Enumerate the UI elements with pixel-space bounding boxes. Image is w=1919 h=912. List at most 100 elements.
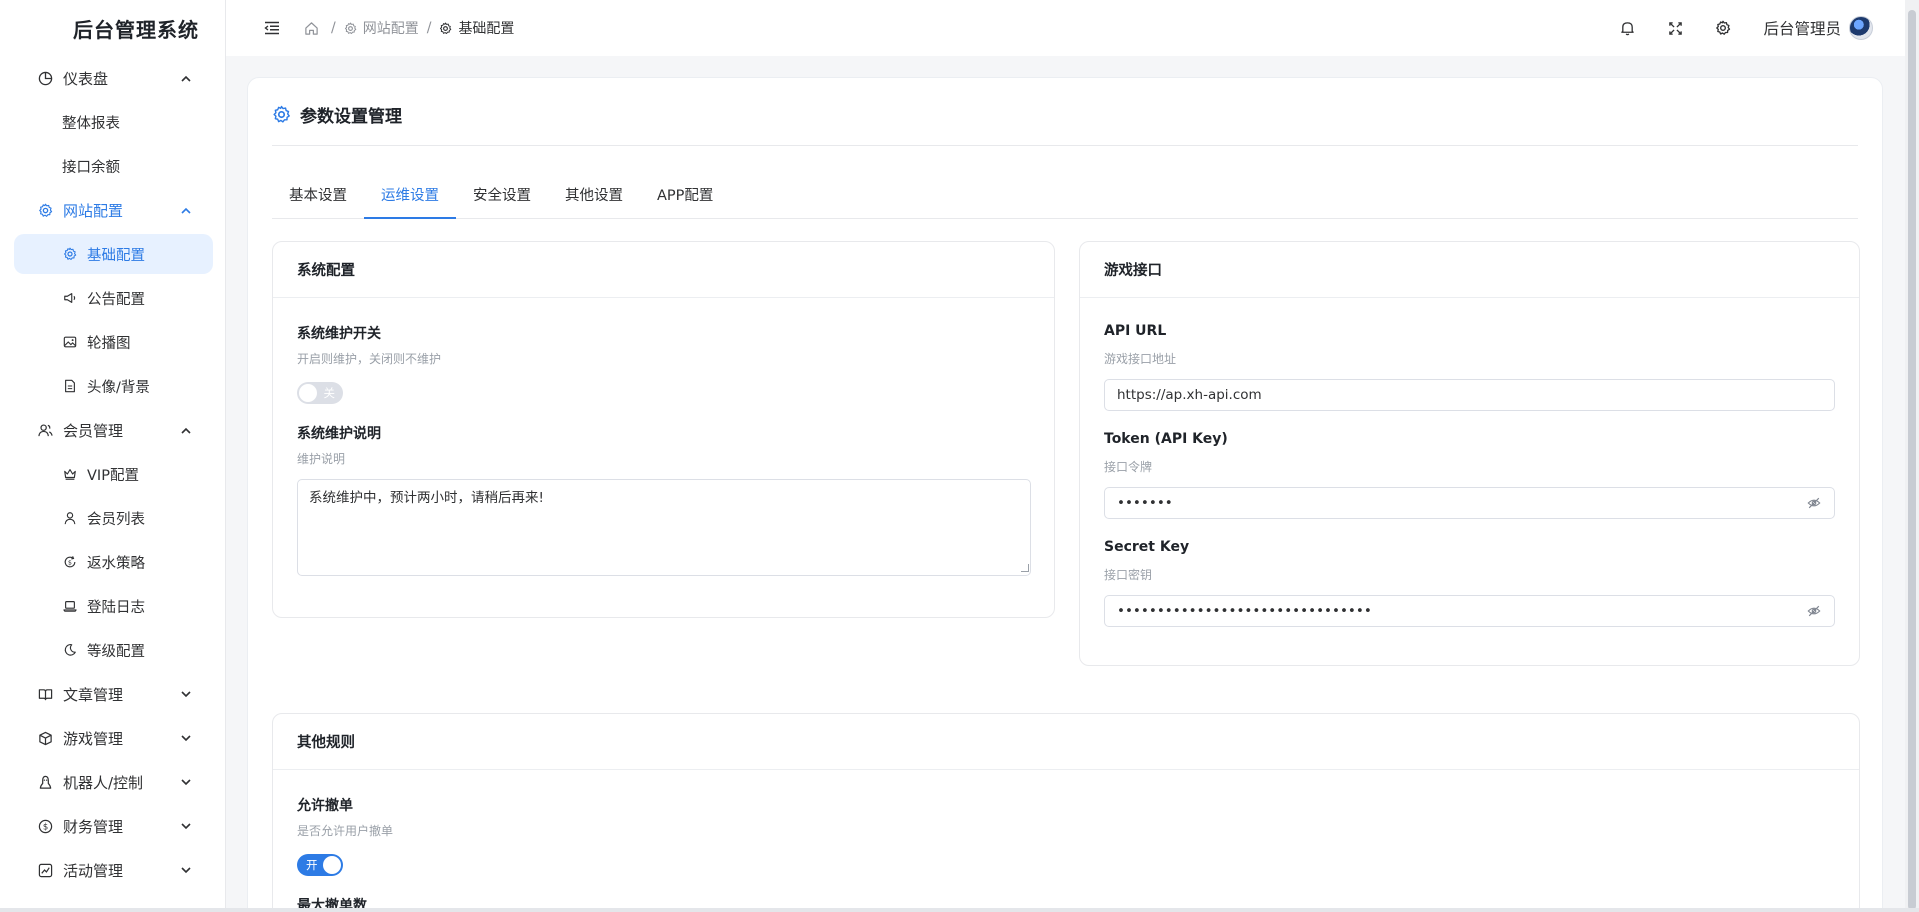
robot-icon — [36, 773, 54, 791]
refresh-money-icon: $ — [62, 554, 78, 570]
bell-icon[interactable] — [1617, 18, 1637, 38]
sidebar-group-article-management[interactable]: 文章管理 — [0, 672, 225, 716]
eye-off-icon[interactable] — [1806, 603, 1822, 619]
scrollbar-thumb[interactable] — [1908, 10, 1916, 910]
token-hint: 接口令牌 — [1104, 460, 1153, 474]
chevron-down-icon — [179, 731, 193, 745]
tab-basic-settings[interactable]: 基本设置 — [272, 181, 364, 219]
sidebar-group-activity-management[interactable]: 活动管理 — [0, 848, 225, 892]
users-icon — [36, 421, 54, 439]
allow-cancel-hint: 是否允许用户撤单 — [297, 824, 394, 838]
bottom-edge — [0, 908, 1919, 912]
gear-icon — [439, 21, 454, 36]
sidebar-group-member-management[interactable]: 会员管理 — [0, 408, 225, 452]
sidebar-item-label: 整体报表 — [62, 115, 120, 132]
breadcrumb-current: 基础配置 — [458, 21, 515, 37]
gear-icon — [36, 201, 54, 219]
sidebar-group-dashboard[interactable]: 仪表盘 — [0, 56, 225, 100]
card-title: 游戏接口 — [1080, 242, 1859, 298]
sidebar-item-login-log[interactable]: 登陆日志 — [0, 584, 225, 628]
tab-app-config[interactable]: APP配置 — [640, 181, 730, 219]
secret-key-hint: 接口密钥 — [1104, 568, 1153, 582]
sidebar-menu: 仪表盘 整体报表 接口余额 网站配置 基础配置 公告配置 轮播图 头像/背景 会… — [0, 56, 225, 892]
sidebar-group-label: 财务管理 — [63, 817, 124, 836]
gear-icon — [344, 21, 359, 36]
divider — [272, 145, 1858, 146]
page-title-text: 参数设置管理 — [300, 107, 402, 127]
sidebar-item-avatar-background[interactable]: 头像/背景 — [0, 364, 225, 408]
sidebar-group-finance-management[interactable]: $ 财务管理 — [0, 804, 225, 848]
tab-other-settings[interactable]: 其他设置 — [548, 181, 640, 219]
sidebar-item-notice-config[interactable]: 公告配置 — [0, 276, 225, 320]
chevron-down-icon — [179, 863, 193, 877]
secret-key-input[interactable]: •••••••••••••••••••••••••••••••• — [1104, 595, 1835, 627]
maintenance-toggle[interactable]: 关 — [297, 382, 343, 404]
chevron-down-icon — [179, 819, 193, 833]
token-input[interactable]: ••••••• — [1104, 487, 1835, 519]
sidebar-item-label: 等级配置 — [87, 643, 145, 660]
sidebar-item-label: 会员列表 — [87, 511, 145, 528]
resize-handle[interactable] — [1021, 564, 1029, 572]
gear-icon — [62, 246, 78, 262]
toggle-knob — [323, 856, 341, 874]
toggle-knob — [299, 384, 317, 402]
chevron-down-icon — [179, 687, 193, 701]
sidebar-item-vip-config[interactable]: VIP配置 — [0, 452, 225, 496]
sidebar-item-label: 公告配置 — [87, 291, 145, 308]
maintenance-switch-hint: 开启则维护，关闭则不维护 — [297, 352, 442, 366]
fullscreen-icon[interactable] — [1665, 18, 1685, 38]
sidebar-group-site-config[interactable]: 网站配置 — [0, 188, 225, 232]
tab-security-settings[interactable]: 安全设置 — [456, 181, 548, 219]
sidebar-item-basic-config[interactable]: 基础配置 — [14, 234, 213, 274]
page-scrollbar[interactable] — [1905, 0, 1919, 912]
sidebar: 后台管理系统 仪表盘 整体报表 接口余额 网站配置 基础配置 公告配置 轮播图 … — [0, 0, 226, 912]
chevron-down-icon — [179, 775, 193, 789]
sidebar-group-label: 活动管理 — [63, 861, 124, 880]
book-icon — [36, 685, 54, 703]
settings-icon[interactable] — [1713, 18, 1733, 38]
allow-cancel-label: 允许撤单 — [297, 798, 353, 814]
chevron-up-icon — [179, 423, 193, 437]
collapse-menu-icon[interactable] — [262, 18, 282, 38]
sidebar-item-label: 登陆日志 — [87, 599, 145, 616]
card-title: 系统配置 — [273, 242, 1054, 298]
sidebar-group-label: 会员管理 — [63, 421, 124, 440]
sidebar-item-label: 返水策略 — [87, 555, 145, 572]
breadcrumb-item[interactable]: 网站配置 — [363, 18, 419, 38]
toggle-state-text: 开 — [306, 858, 318, 872]
sidebar-item-member-list[interactable]: 会员列表 — [0, 496, 225, 540]
image-icon — [62, 334, 78, 350]
api-url-input[interactable]: https://ap.xh-api.com — [1104, 379, 1835, 411]
sidebar-item-rebate-strategy[interactable]: $ 返水策略 — [0, 540, 225, 584]
allow-cancel-toggle[interactable]: 开 — [297, 854, 343, 876]
sidebar-group-game-management[interactable]: 游戏管理 — [0, 716, 225, 760]
user-icon — [62, 510, 78, 526]
input-value: https://ap.xh-api.com — [1117, 387, 1262, 403]
breadcrumb-separator: / — [331, 20, 336, 36]
settings-panel: 参数设置管理 基本设置 运维设置 安全设置 其他设置 APP配置 系统配置 系统… — [247, 77, 1883, 912]
sidebar-group-label: 游戏管理 — [63, 729, 124, 748]
avatar[interactable] — [1849, 16, 1873, 40]
home-icon[interactable] — [304, 21, 319, 36]
card-title: 其他规则 — [273, 714, 1859, 770]
sidebar-item-api-balance[interactable]: 接口余额 — [0, 144, 225, 188]
file-icon — [62, 378, 78, 394]
maintenance-note-hint: 维护说明 — [297, 452, 346, 466]
sidebar-group-robot-control[interactable]: 机器人/控制 — [0, 760, 225, 804]
svg-text:$: $ — [42, 821, 47, 831]
tab-ops-settings[interactable]: 运维设置 — [364, 181, 456, 219]
sidebar-item-overall-report[interactable]: 整体报表 — [0, 100, 225, 144]
chart-icon — [36, 861, 54, 879]
sidebar-item-label: VIP配置 — [87, 467, 139, 484]
sidebar-group-label: 网站配置 — [63, 201, 124, 220]
page-title: 参数设置管理 — [272, 102, 402, 127]
sidebar-item-carousel[interactable]: 轮播图 — [0, 320, 225, 364]
secret-key-label: Secret Key — [1104, 539, 1190, 555]
chevron-up-icon — [179, 71, 193, 85]
sidebar-item-level-config[interactable]: 等级配置 — [0, 628, 225, 672]
username[interactable]: 后台管理员 — [1763, 17, 1841, 39]
eye-off-icon[interactable] — [1806, 495, 1822, 511]
toggle-state-text: 关 — [323, 386, 336, 400]
breadcrumb: / 网站配置 / 基础配置 — [304, 18, 514, 38]
maintenance-note-textarea[interactable]: 系统维护中，预计两小时，请稍后再来! — [297, 479, 1031, 576]
